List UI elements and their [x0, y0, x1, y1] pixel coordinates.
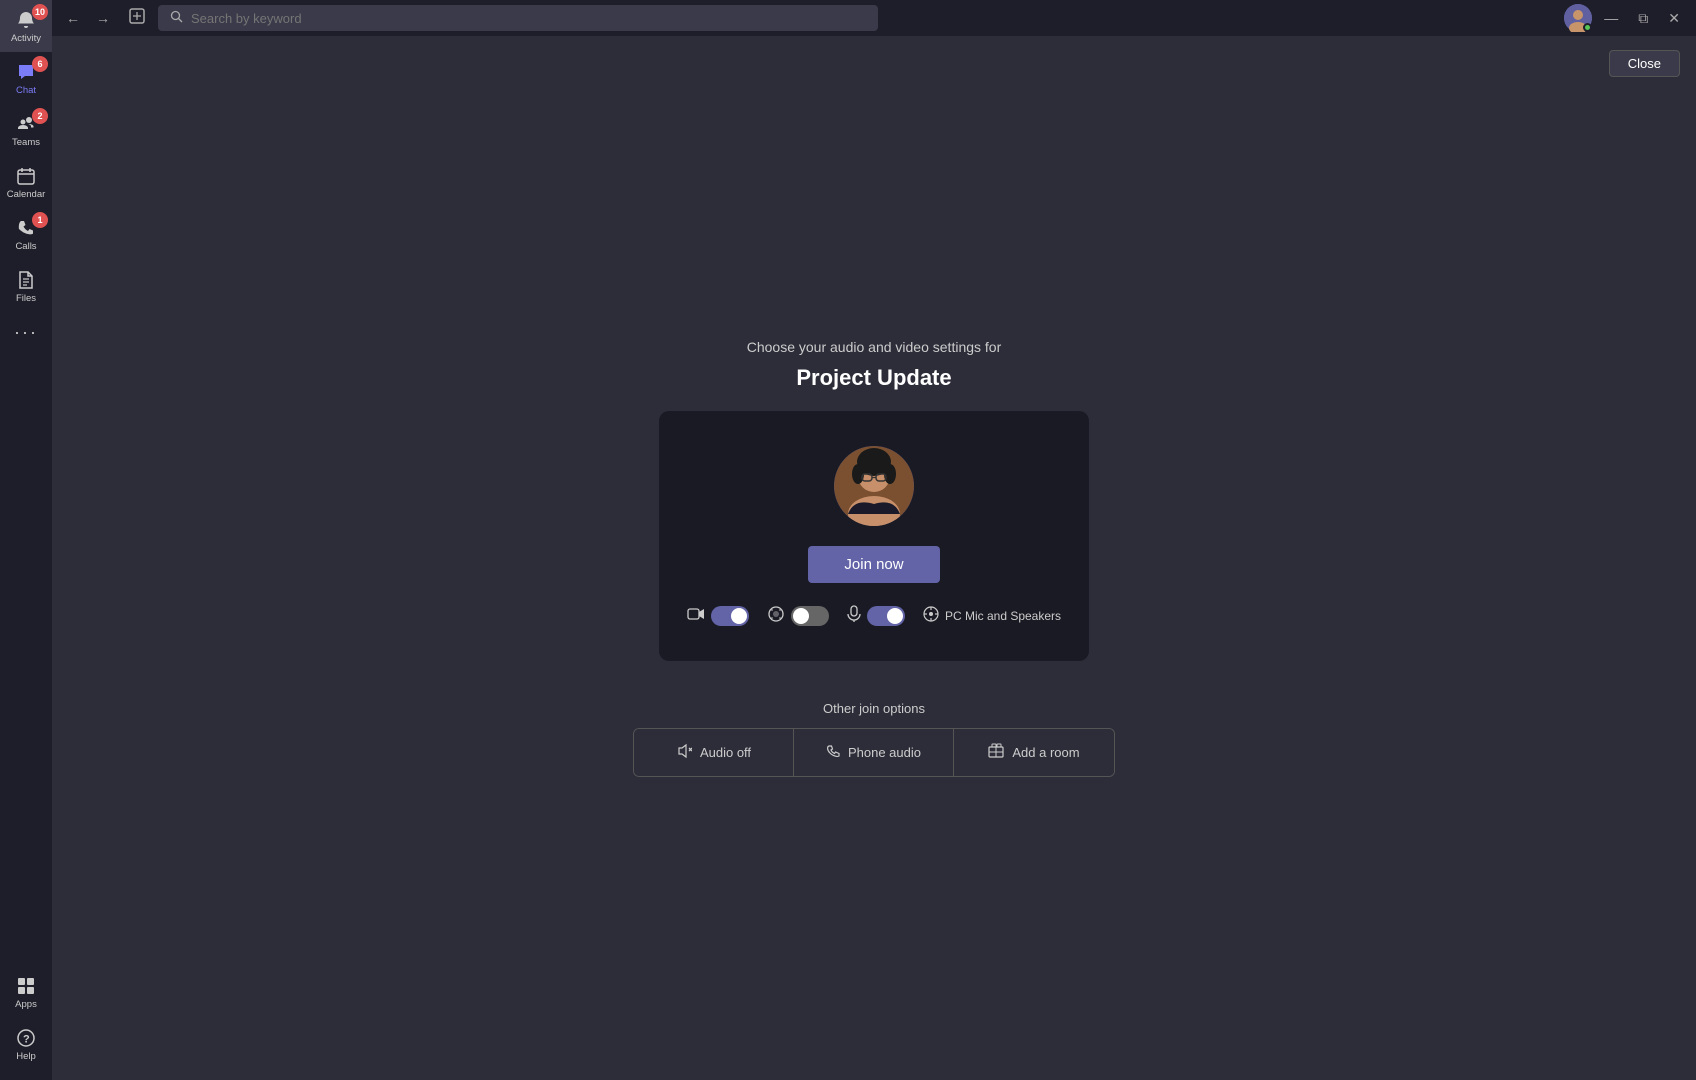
back-button[interactable]: ← [60, 6, 86, 30]
other-options-section: Other join options Audio off [633, 701, 1115, 777]
search-input[interactable] [191, 11, 866, 26]
calls-label: Calls [15, 241, 36, 252]
calendar-label: Calendar [7, 189, 46, 200]
join-now-button[interactable]: Join now [808, 546, 939, 583]
calls-badge: 1 [32, 212, 48, 228]
close-window-button[interactable]: ✕ [1660, 6, 1688, 31]
forward-button[interactable]: → [90, 6, 116, 30]
mic-toggle-thumb [887, 608, 903, 624]
titlebar-right: — ⧉ ✕ [1564, 4, 1688, 32]
mic-icon [847, 605, 861, 626]
video-preview: Join now [659, 411, 1089, 661]
titlebar: ← → — ⧉ ✕ [52, 0, 1696, 36]
nav-buttons: ← → [60, 6, 116, 30]
activity-label: Activity [11, 33, 41, 44]
add-room-button[interactable]: Add a room [954, 729, 1114, 776]
compose-button[interactable] [124, 3, 150, 34]
phone-audio-label: Phone audio [848, 745, 921, 760]
teams-badge: 2 [32, 108, 48, 124]
speaker-label: PC Mic and Speakers [945, 609, 1061, 623]
compose-icon [128, 7, 146, 25]
blur-toggle[interactable] [791, 606, 829, 626]
sidebar: 10 Activity 6 Chat 2 Teams [0, 0, 52, 1080]
video-toggle[interactable] [711, 606, 749, 626]
files-icon [15, 269, 37, 291]
add-room-icon [988, 743, 1004, 762]
more-dots: ··· [14, 322, 38, 343]
minimize-button[interactable]: — [1596, 6, 1626, 30]
help-icon: ? [15, 1027, 37, 1049]
video-control [687, 605, 749, 626]
sidebar-item-activity[interactable]: 10 Activity [0, 0, 52, 52]
search-bar[interactable] [158, 5, 878, 31]
add-room-label: Add a room [1012, 745, 1079, 760]
blur-control [767, 605, 829, 626]
video-icon [687, 605, 705, 626]
phone-audio-icon [826, 744, 840, 761]
speaker-settings-icon [923, 606, 939, 625]
help-label: Help [16, 1051, 36, 1062]
sidebar-item-calendar[interactable]: Calendar [0, 156, 52, 208]
sidebar-item-help[interactable]: ? Help [0, 1018, 52, 1070]
mic-toggle[interactable] [867, 606, 905, 626]
preview-avatar-image [834, 446, 914, 526]
blur-toggle-thumb [793, 608, 809, 624]
sidebar-item-files[interactable]: Files [0, 260, 52, 312]
svg-text:?: ? [23, 1033, 30, 1045]
sidebar-item-calls[interactable]: 1 Calls [0, 208, 52, 260]
sidebar-more-button[interactable]: ··· [0, 312, 52, 352]
mic-control [847, 605, 905, 626]
video-toggle-thumb [731, 608, 747, 624]
main-content: Close Choose your audio and video settin… [52, 36, 1696, 1080]
close-panel-button[interactable]: Close [1609, 50, 1680, 77]
phone-audio-button[interactable]: Phone audio [794, 729, 954, 776]
audio-off-icon [676, 743, 692, 762]
controls-row: PC Mic and Speakers [687, 605, 1061, 626]
user-avatar-preview [834, 446, 914, 526]
user-avatar[interactable] [1564, 4, 1592, 32]
files-label: Files [16, 293, 36, 304]
prejoin-container: Choose your audio and video settings for… [52, 339, 1696, 777]
chat-label: Chat [16, 85, 36, 96]
audio-off-button[interactable]: Audio off [634, 729, 794, 776]
search-icon [170, 10, 183, 26]
blur-icon [767, 605, 785, 626]
sidebar-item-teams[interactable]: 2 Teams [0, 104, 52, 156]
apps-icon [15, 975, 37, 997]
prejoin-subtitle: Choose your audio and video settings for [747, 339, 1002, 355]
other-options-row: Audio off Phone audio [633, 728, 1115, 777]
speaker-control: PC Mic and Speakers [923, 606, 1061, 625]
sidebar-item-chat[interactable]: 6 Chat [0, 52, 52, 104]
sidebar-item-apps[interactable]: Apps [0, 966, 52, 1018]
chat-badge: 6 [32, 56, 48, 72]
sidebar-bottom: Apps ? Help [0, 966, 52, 1080]
restore-button[interactable]: ⧉ [1630, 6, 1656, 31]
activity-badge: 10 [32, 4, 48, 20]
audio-off-label: Audio off [700, 745, 751, 760]
prejoin-title: Project Update [796, 365, 951, 391]
apps-label: Apps [15, 999, 37, 1010]
teams-label: Teams [12, 137, 40, 148]
calendar-icon [15, 165, 37, 187]
other-options-label: Other join options [823, 701, 925, 716]
